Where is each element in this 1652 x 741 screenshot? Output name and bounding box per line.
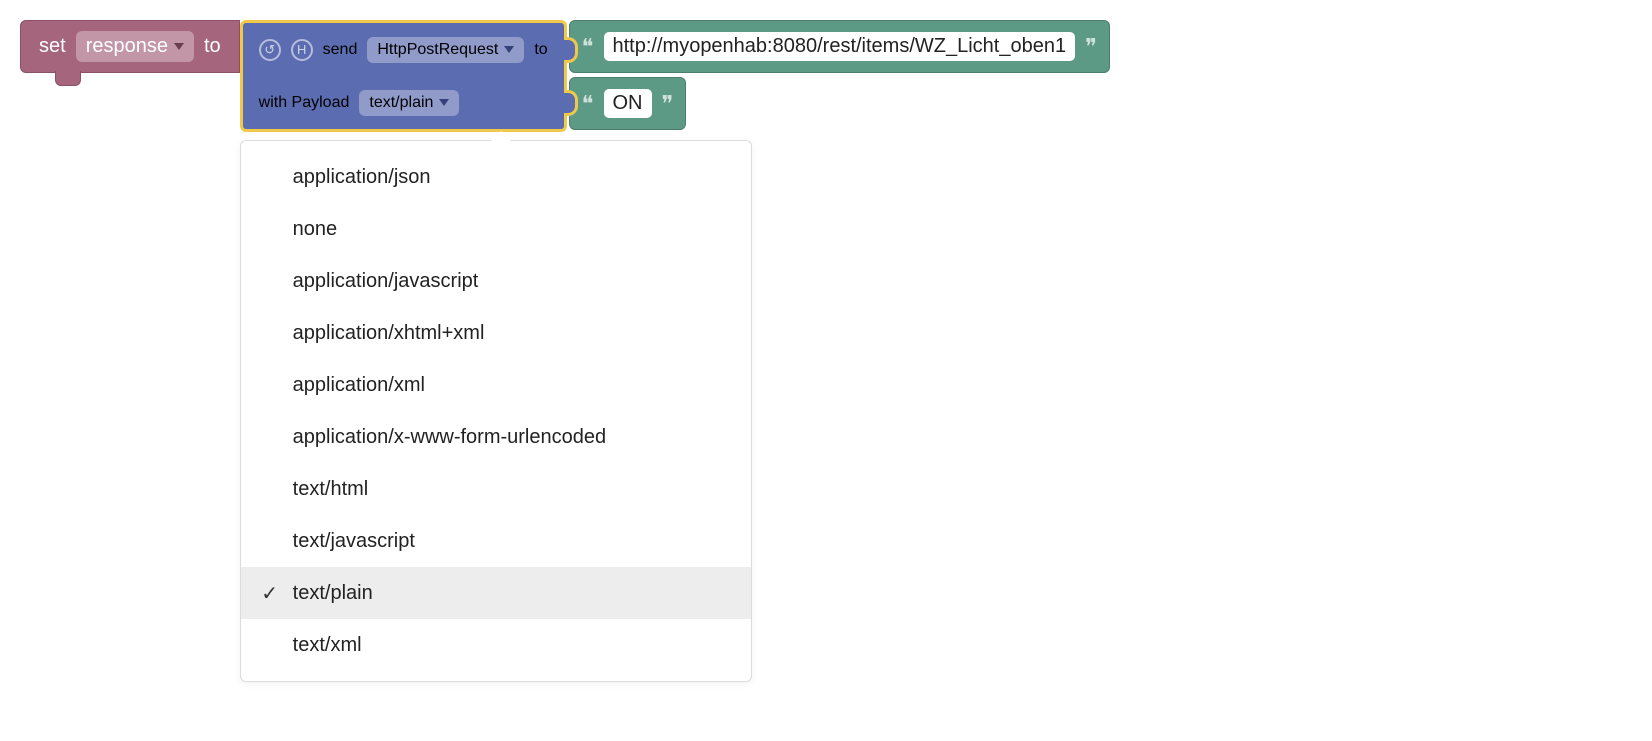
send-row-top: ↺ H send HttpPostRequest to bbox=[240, 20, 567, 76]
menu-item-label: application/json bbox=[293, 166, 431, 189]
payload-string-block[interactable]: ❝ ON ❞ bbox=[569, 77, 687, 130]
block-workspace: set response to ↺ H send HttpPostRequest… bbox=[20, 20, 1632, 132]
menu-item-label: application/xhtml+xml bbox=[293, 322, 485, 345]
menu-item[interactable]: application/xml bbox=[241, 359, 751, 411]
to-label: to bbox=[204, 35, 221, 58]
check-icon: ✓ bbox=[259, 581, 281, 606]
content-type-dropdown[interactable]: text/plain bbox=[359, 90, 459, 116]
variable-name: response bbox=[86, 35, 168, 58]
menu-item[interactable]: application/javascript bbox=[241, 255, 751, 307]
string-inputs-column: ❝ http://myopenhab:8080/rest/items/WZ_Li… bbox=[567, 20, 1110, 130]
menu-item-label: none bbox=[293, 218, 338, 241]
menu-item-label: text/plain bbox=[293, 582, 373, 605]
connector-peg-icon bbox=[564, 90, 578, 116]
menu-item-label: text/xml bbox=[293, 634, 362, 657]
chevron-down-icon bbox=[504, 46, 514, 53]
menu-item-label: text/html bbox=[293, 478, 369, 501]
menu-item[interactable]: application/x-www-form-urlencoded bbox=[241, 411, 751, 463]
chevron-down-icon bbox=[439, 99, 449, 106]
menu-item[interactable]: application/xhtml+xml bbox=[241, 307, 751, 359]
quote-close-icon: ❞ bbox=[662, 93, 674, 115]
menu-item[interactable]: none bbox=[241, 203, 751, 255]
send-http-block[interactable]: ↺ H send HttpPostRequest to with Payload… bbox=[240, 20, 567, 132]
menu-item-label: application/x-www-form-urlencoded bbox=[293, 426, 606, 449]
connector-peg-icon bbox=[564, 37, 578, 63]
content-type-menu[interactable]: application/json none application/javascri… bbox=[240, 140, 752, 682]
menu-item-label: application/javascript bbox=[293, 270, 479, 293]
menu-item-label: application/xml bbox=[293, 374, 425, 397]
quote-close-icon: ❞ bbox=[1085, 36, 1097, 58]
url-string-block[interactable]: ❝ http://myopenhab:8080/rest/items/WZ_Li… bbox=[569, 20, 1110, 73]
send-row-bottom: with Payload text/plain bbox=[240, 76, 567, 132]
request-type-value: HttpPostRequest bbox=[377, 41, 498, 59]
menu-item[interactable]: text/html bbox=[241, 463, 751, 515]
menu-item[interactable]: ✓ text/plain bbox=[241, 567, 751, 619]
set-variable-block[interactable]: set response to bbox=[20, 20, 240, 73]
menu-item[interactable]: text/javascript bbox=[241, 515, 751, 567]
menu-item[interactable]: application/json bbox=[241, 151, 751, 203]
payload-label: with Payload bbox=[259, 94, 350, 112]
url-value[interactable]: http://myopenhab:8080/rest/items/WZ_Lich… bbox=[604, 32, 1076, 61]
send-label: send bbox=[323, 41, 358, 59]
content-type-value: text/plain bbox=[369, 94, 433, 112]
quote-open-icon: ❝ bbox=[582, 36, 594, 58]
variable-dropdown[interactable]: response bbox=[76, 31, 194, 62]
menu-item[interactable]: text/xml bbox=[241, 619, 751, 671]
quote-open-icon: ❝ bbox=[582, 93, 594, 115]
set-label: set bbox=[39, 35, 66, 58]
history-icon[interactable]: ↺ bbox=[259, 39, 281, 61]
chevron-down-icon bbox=[174, 43, 184, 50]
help-icon[interactable]: H bbox=[291, 39, 313, 61]
menu-item-label: text/javascript bbox=[293, 530, 415, 553]
payload-value[interactable]: ON bbox=[604, 89, 652, 118]
to-label-2: to bbox=[534, 41, 547, 59]
request-type-dropdown[interactable]: HttpPostRequest bbox=[367, 37, 524, 63]
